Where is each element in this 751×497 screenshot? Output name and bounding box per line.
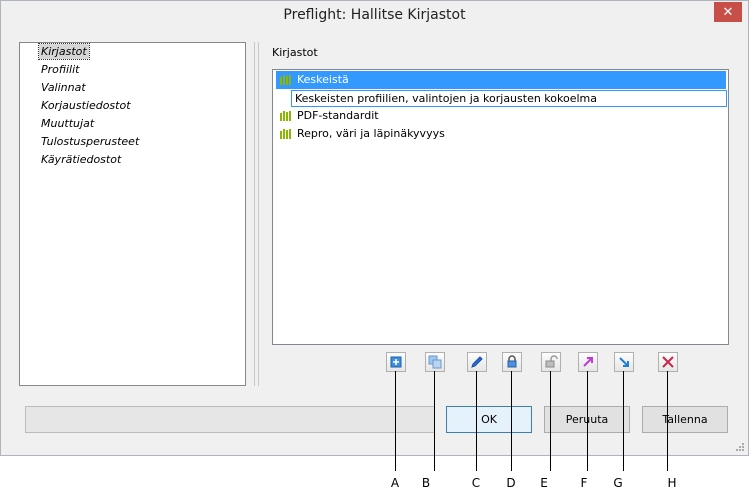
export-library-button[interactable] [578,352,598,372]
window-title: Preflight: Hallitse Kirjastot [283,7,466,23]
callout-label-f: F [580,476,588,490]
close-button[interactable]: ✕ [714,2,742,22]
library-row[interactable]: Repro, väri ja läpinäkyvyys [276,125,726,143]
title-bar[interactable]: Preflight: Hallitse Kirjastot ✕ [1,1,748,33]
new-library-button[interactable] [386,352,406,372]
library-tooltip: Keskeisten profiilien, valintojen ja kor… [291,90,727,107]
edit-icon [471,356,483,368]
delete-icon [662,356,674,368]
category-item-kirjastot[interactable]: Kirjastot [38,43,90,60]
resize-grip-icon[interactable] [734,441,744,451]
libraries-label: Kirjastot [272,46,318,59]
callout-label-b: B [421,476,431,490]
ok-button[interactable]: OK [446,406,532,433]
library-list[interactable]: Keskeistä PDF-standardit Repro, väri ja … [272,69,729,345]
callout-line [550,371,551,471]
lock-library-button[interactable] [502,352,522,372]
callout-line [587,371,588,471]
callout-label-c: C [471,476,481,490]
category-item-tulostusperusteet[interactable]: Tulostusperusteet [39,134,141,149]
category-list[interactable]: Kirjastot Profiilit Valinnat Korjaustied… [19,42,246,386]
callout-label-g: G [613,476,623,490]
callout-label-h: H [667,476,677,490]
lock-icon [507,355,517,368]
callout-label-a: A [390,476,400,490]
panel-divider-shadow [258,42,259,386]
save-button[interactable]: Tallenna [642,406,728,433]
category-item-kayratiedostot[interactable]: Käyrätiedostot [39,152,123,167]
duplicate-icon [428,355,442,369]
new-icon [390,356,402,368]
import-library-button[interactable] [614,352,634,372]
library-row[interactable]: Keskeistä [276,71,726,89]
unlock-icon [545,355,558,368]
library-row[interactable]: PDF-standardit [276,107,726,125]
category-item-valinnat[interactable]: Valinnat [39,80,88,95]
unlock-library-button[interactable] [541,352,561,372]
callout-line [476,371,477,471]
library-label: Keskeistä [297,73,349,86]
category-item-profiilit[interactable]: Profiilit [39,62,81,77]
import-icon [619,357,629,367]
callout-line [667,371,668,471]
preflight-dialog: Preflight: Hallitse Kirjastot ✕ Kirjasto… [0,0,749,456]
library-icon [280,111,291,121]
callout-line [623,371,624,471]
callout-line [395,371,396,471]
callout-label-d: D [506,476,516,490]
callout-line [434,371,435,471]
close-icon: ✕ [722,4,734,20]
library-icon [280,75,291,85]
library-label: PDF-standardit [297,109,379,122]
edit-library-button[interactable] [467,352,487,372]
library-label: Repro, väri ja läpinäkyvyys [297,127,445,140]
status-field [25,406,435,433]
delete-library-button[interactable] [658,352,678,372]
category-item-muuttujat[interactable]: Muuttujat [39,116,96,131]
duplicate-library-button[interactable] [425,352,445,372]
library-icon [280,129,291,139]
callout-label-e: E [540,476,548,490]
export-icon [583,357,593,367]
category-item-korjaustiedostot[interactable]: Korjaustiedostot [39,98,133,113]
panel-divider[interactable] [254,42,255,386]
callout-line [511,371,512,471]
